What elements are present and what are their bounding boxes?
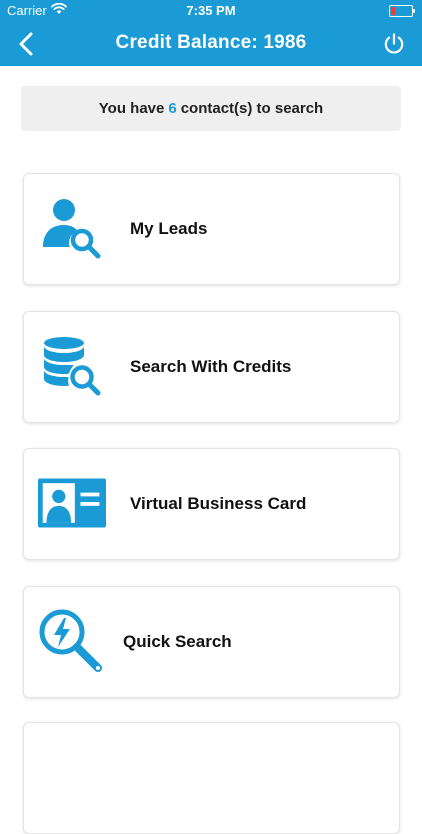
search-with-credits-card[interactable]: Search With Credits xyxy=(23,311,400,423)
quick-search-card[interactable]: Quick Search xyxy=(23,586,400,698)
quick-search-label: Quick Search xyxy=(123,632,232,651)
virtual-business-card-card[interactable]: Virtual Business Card xyxy=(23,448,400,560)
power-icon xyxy=(384,33,404,54)
quick-search-icon xyxy=(38,609,106,673)
menu-card-partial[interactable] xyxy=(23,722,400,834)
app-header: Carrier 7:35 PM Credit Balance: 1986 xyxy=(0,0,422,66)
contacts-count: 6 xyxy=(168,100,177,117)
battery-level xyxy=(391,7,395,15)
status-bar: Carrier 7:35 PM xyxy=(0,0,422,22)
logout-button[interactable] xyxy=(378,28,410,60)
my-leads-label: My Leads xyxy=(130,219,208,238)
search-with-credits-label: Search With Credits xyxy=(130,357,292,376)
user-search-icon xyxy=(38,196,106,260)
banner-prefix: You have xyxy=(98,100,165,117)
nav-bar: Credit Balance: 1986 xyxy=(0,22,422,66)
database-search-icon xyxy=(38,334,106,398)
page-title: Credit Balance: 1986 xyxy=(115,32,307,53)
virtual-business-card-label: Virtual Business Card xyxy=(130,494,307,513)
contacts-to-search-banner: You have 6 contact(s) to search xyxy=(21,86,401,131)
id-card-icon xyxy=(38,471,106,535)
my-leads-card[interactable]: My Leads xyxy=(23,173,400,285)
battery-icon xyxy=(389,5,415,17)
status-time: 7:35 PM xyxy=(186,3,236,18)
banner-suffix: contact(s) to search xyxy=(180,100,324,117)
